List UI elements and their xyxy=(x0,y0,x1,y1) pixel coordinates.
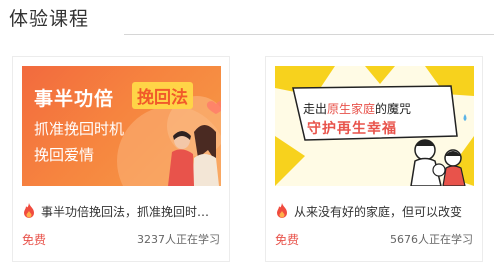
course-title-text: 从来没有好的家庭，但可以改变 xyxy=(294,204,463,219)
course-title-text: 事半功倍挽回法，抓准挽回时机，挽回爱情 xyxy=(41,204,221,219)
poster-badge: 挽回法 xyxy=(132,82,193,109)
poster-headline-highlight: 原生家庭 xyxy=(327,102,376,116)
poster-subline: 守护再生幸福 xyxy=(307,121,397,137)
fire-icon xyxy=(277,203,287,218)
learner-count: 5676人正在学习 xyxy=(390,233,473,246)
course-title[interactable]: 事半功倍挽回法，抓准挽回时机，挽回爱情 xyxy=(22,202,221,220)
section-title: 体验课程 xyxy=(9,8,90,30)
header-divider xyxy=(124,34,494,35)
poster-headline: 事半功倍 xyxy=(34,88,115,110)
course-card[interactable]: 走出原生家庭的魔咒 守护再生幸福 从来没有好的家庭，但可以改变 免费 5676人… xyxy=(265,56,483,262)
course-title[interactable]: 从来没有好的家庭，但可以改变 xyxy=(275,202,474,220)
fire-icon xyxy=(24,203,34,218)
poster-headline: 走出原生家庭的魔咒 xyxy=(303,100,411,117)
poster-headline-pre: 走出 xyxy=(303,102,328,116)
course-thumbnail[interactable]: 走出原生家庭的魔咒 守护再生幸福 xyxy=(275,66,474,186)
course-thumbnail[interactable]: 事半功倍 挽回法 抓准挽回时机 挽回爱情 xyxy=(22,66,221,186)
poster-headline-post: 的魔咒 xyxy=(375,102,412,116)
learner-count: 3237人正在学习 xyxy=(137,233,220,246)
course-card[interactable]: 事半功倍 挽回法 抓准挽回时机 挽回爱情 事半功倍挽回法，抓准挽回时机，挽回爱情… xyxy=(12,56,230,262)
price-label: 免费 xyxy=(275,233,300,247)
poster-subline: 抓准挽回时机 xyxy=(34,120,125,138)
price-label: 免费 xyxy=(22,233,47,247)
section-header: 体验课程 xyxy=(0,0,500,40)
poster-subline: 挽回爱情 xyxy=(34,146,95,164)
